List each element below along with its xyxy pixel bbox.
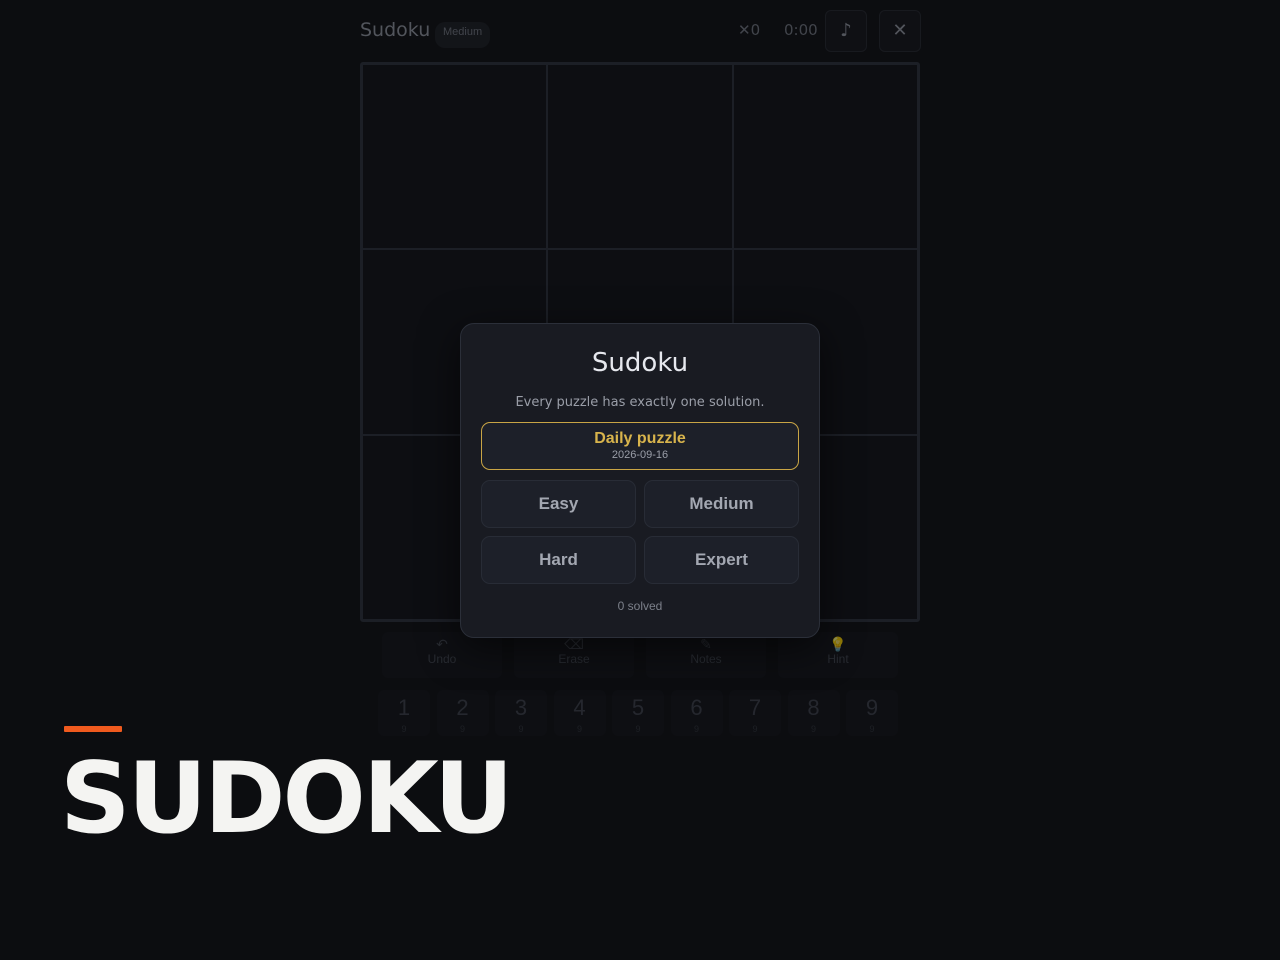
number-remaining: 9: [693, 724, 699, 734]
game-header: Sudoku Medium ✕0 0:00 ♪ ✕: [360, 10, 921, 52]
number-digit: 9: [865, 695, 879, 720]
number-remaining: 9: [459, 724, 465, 734]
page: Sudoku Medium ✕0 0:00 ♪ ✕ ↶ Undo ⌫ Erase…: [0, 0, 1280, 960]
tool-bar: ↶ Undo ⌫ Erase ✎ Notes 💡 Hint: [382, 632, 902, 680]
undo-label: Undo: [427, 652, 457, 666]
number-digit: 4: [573, 695, 586, 720]
close-icon: ✕: [892, 20, 908, 41]
game-title: Sudoku: [360, 19, 431, 41]
number-remaining: 9: [635, 724, 641, 734]
number-button-6[interactable]: 6 9: [670, 690, 723, 736]
number-pad: 1 9 2 9 3 9 4 9 5 9 6 9 7 9 8 9 9 9: [378, 690, 908, 738]
notes-label: Notes: [690, 652, 722, 666]
number-remaining: 9: [752, 724, 758, 734]
music-button[interactable]: ♪: [825, 10, 867, 52]
number-button-9[interactable]: 9 9: [846, 690, 898, 736]
dialog-title: Sudoku: [591, 348, 689, 378]
number-button-4[interactable]: 4 9: [553, 690, 606, 736]
daily-puzzle-date: 2026-09-16: [611, 449, 669, 461]
brand-accent-bar: [64, 726, 122, 732]
number-button-7[interactable]: 7 9: [729, 690, 781, 736]
mistakes-counter: ✕0: [738, 21, 761, 39]
daily-puzzle-button[interactable]: Daily puzzle 2026-09-16: [481, 422, 799, 470]
number-digit: 5: [631, 695, 645, 720]
number-remaining: 9: [401, 724, 407, 734]
easy-button[interactable]: Easy: [481, 480, 636, 528]
undo-button[interactable]: ↶ Undo: [382, 632, 502, 678]
number-remaining: 9: [518, 724, 524, 734]
timer: 0:00: [784, 21, 818, 39]
hint-button[interactable]: 💡 Hint: [778, 632, 898, 678]
hint-label: Hint: [827, 652, 849, 666]
number-digit: 7: [748, 695, 762, 720]
number-remaining: 9: [810, 724, 816, 734]
music-note-icon: ♪: [840, 20, 852, 41]
medium-button[interactable]: Medium: [644, 480, 799, 528]
number-digit: 8: [807, 695, 820, 720]
number-remaining: 9: [869, 724, 875, 734]
number-digit: 6: [690, 695, 703, 720]
new-game-dialog: Sudoku Every puzzle has exactly one solu…: [460, 323, 820, 638]
dialog-subtitle: Every puzzle has exactly one solution.: [515, 395, 765, 410]
brand-wordmark: SUDOKU: [60, 742, 514, 856]
hard-button[interactable]: Hard: [481, 536, 636, 584]
number-remaining: 9: [576, 724, 582, 734]
difficulty-badge: Medium: [435, 22, 491, 48]
number-digit: 2: [456, 695, 469, 720]
board-box[interactable]: [732, 64, 918, 250]
solved-count: 0 solved: [617, 599, 663, 613]
close-button[interactable]: ✕: [879, 10, 921, 52]
erase-label: Erase: [558, 652, 590, 666]
number-button-3[interactable]: 3 9: [495, 690, 547, 736]
notes-button[interactable]: ✎ Notes: [646, 632, 766, 678]
number-button-1[interactable]: 1 9: [378, 690, 430, 736]
erase-button[interactable]: ⌫ Erase: [514, 632, 634, 678]
number-digit: 1: [397, 695, 411, 720]
board-box[interactable]: [547, 64, 733, 250]
expert-button[interactable]: Expert: [644, 536, 799, 584]
number-button-2[interactable]: 2 9: [436, 690, 489, 736]
number-digit: 3: [514, 695, 528, 720]
number-button-5[interactable]: 5 9: [612, 690, 664, 736]
number-button-8[interactable]: 8 9: [787, 690, 840, 736]
daily-puzzle-label: Daily puzzle: [594, 430, 686, 447]
board-box[interactable]: [362, 64, 548, 250]
